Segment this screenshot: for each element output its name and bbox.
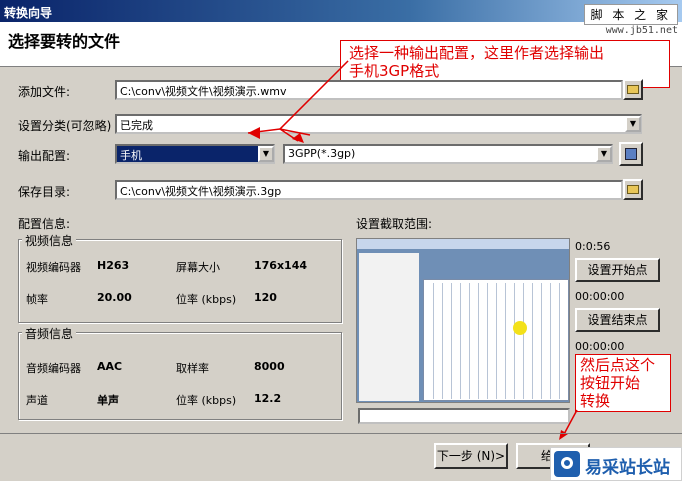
annotation-arrows <box>247 60 349 143</box>
add-file-input[interactable]: C:\conv\视频文件\视频演示.wmv <box>115 80 623 100</box>
sample-rate-value: 8000 <box>254 360 285 373</box>
video-preview <box>356 238 570 403</box>
annotation-arrow <box>559 409 578 440</box>
annotation-line: 手机3GP格式 <box>349 62 440 80</box>
audio-encoder-value: AAC <box>97 360 123 373</box>
next-button[interactable]: 下一步 (N)> <box>434 443 508 469</box>
save-dir-label: 保存目录: <box>18 185 71 199</box>
audio-encoder-label: 音频编码器 <box>26 362 81 375</box>
watermark-logo: 易采站长站 <box>550 447 682 481</box>
browse-input-button[interactable] <box>623 79 643 100</box>
browse-output-button[interactable] <box>623 179 643 200</box>
output-config-label: 输出配置: <box>18 149 71 163</box>
folder-icon <box>627 85 639 94</box>
video-group-title: 视频信息 <box>22 232 77 249</box>
end-time-secondary: 00:00:00 <box>575 340 625 353</box>
watermark-text: 易采站长站 <box>585 458 670 478</box>
annotation-line: 选择一种输出配置，这里作者选择输出 <box>349 44 605 62</box>
watermark-stamp: 脚 本 之 家 <box>583 4 678 25</box>
footer-divider <box>0 433 682 434</box>
range-slider[interactable] <box>358 408 570 424</box>
video-bitrate-label: 位率 (kbps) <box>176 293 237 306</box>
start-time: 0:0:56 <box>575 240 611 253</box>
save-dir-input[interactable]: C:\conv\视频文件\视频演示.3gp <box>115 180 623 200</box>
site-url: www.jb51.net <box>605 25 678 36</box>
video-encoder-value: H263 <box>97 259 130 272</box>
logo-icon <box>554 451 580 477</box>
video-encoder-label: 视频编码器 <box>26 261 81 274</box>
channel-value: 单声 <box>97 394 119 407</box>
fps-label: 帧率 <box>26 293 48 306</box>
set-end-button[interactable]: 设置结束点 <box>575 308 660 332</box>
screen-size-label: 屏幕大小 <box>176 261 220 274</box>
format-settings-button[interactable] <box>619 142 643 166</box>
add-file-label: 添加文件: <box>18 85 71 99</box>
settings-icon <box>625 148 637 160</box>
page-title: 选择要转的文件 <box>8 32 121 51</box>
annotation-line: 按钮开始 <box>580 374 641 392</box>
folder-icon <box>627 185 639 194</box>
set-start-button[interactable]: 设置开始点 <box>575 258 660 282</box>
category-select[interactable]: 已完成 <box>115 114 642 134</box>
audio-bitrate-value: 12.2 <box>254 392 282 405</box>
title-bar: 转换向导 <box>0 0 682 22</box>
config-info-label: 配置信息: <box>18 217 71 231</box>
end-time: 00:00:00 <box>575 290 625 303</box>
video-info-group <box>18 239 342 323</box>
audio-bitrate-label: 位率 (kbps) <box>176 394 237 407</box>
annotation-line: 然后点这个 <box>580 356 656 374</box>
annotation-line: 转换 <box>580 392 611 410</box>
window-title: 转换向导 <box>4 6 53 20</box>
chevron-down-icon[interactable]: ▼ <box>596 146 612 162</box>
channel-label: 声道 <box>26 394 48 407</box>
sample-rate-label: 取样率 <box>176 362 209 375</box>
annotation-start-note: 然后点这个 按钮开始 转换 <box>575 354 671 412</box>
audio-group-title: 音频信息 <box>22 325 77 342</box>
chevron-down-icon[interactable]: ▼ <box>625 116 641 132</box>
range-label: 设置截取范围: <box>356 217 433 231</box>
fps-value: 20.00 <box>97 291 132 304</box>
video-bitrate-value: 120 <box>254 291 277 304</box>
screen-size-value: 176x144 <box>254 259 308 272</box>
category-label: 设置分类(可忽略) <box>18 119 112 133</box>
